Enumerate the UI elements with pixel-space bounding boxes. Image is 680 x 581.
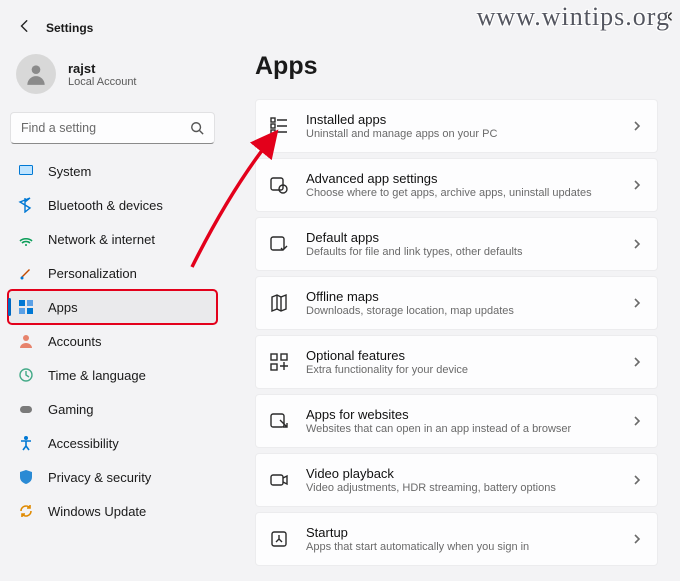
personalization-icon xyxy=(18,265,34,281)
card-subtitle: Video adjustments, HDR streaming, batter… xyxy=(306,482,631,494)
startup-icon xyxy=(268,528,290,550)
chevron-right-icon xyxy=(631,474,643,486)
sidebar-item-network[interactable]: Network & internet xyxy=(8,222,217,256)
card-title: Advanced app settings xyxy=(306,171,631,186)
sidebar-item-label: Personalization xyxy=(48,266,137,281)
offline-maps-icon xyxy=(268,292,290,314)
card-video-playback[interactable]: Video playbackVideo adjustments, HDR str… xyxy=(255,453,658,507)
accessibility-icon xyxy=(18,435,34,451)
card-title: Video playback xyxy=(306,466,631,481)
optional-features-icon xyxy=(268,351,290,373)
sidebar-nav: System Bluetooth & devices Network & int… xyxy=(8,154,217,528)
main-content: Apps Installed appsUninstall and manage … xyxy=(225,40,680,581)
card-advanced-app-settings[interactable]: Advanced app settingsChoose where to get… xyxy=(255,158,658,212)
sidebar-item-system[interactable]: System xyxy=(8,154,217,188)
sidebar-item-label: Time & language xyxy=(48,368,146,383)
card-title: Apps for websites xyxy=(306,407,631,422)
sidebar-item-windows-update[interactable]: Windows Update xyxy=(8,494,217,528)
card-title: Installed apps xyxy=(306,112,631,127)
chevron-right-icon xyxy=(631,356,643,368)
watermark-text: www.wintips.org xyxy=(477,2,670,32)
card-subtitle: Choose where to get apps, archive apps, … xyxy=(306,187,631,199)
avatar xyxy=(16,54,56,94)
gaming-icon xyxy=(18,401,34,417)
installed-apps-icon xyxy=(268,115,290,137)
card-startup[interactable]: StartupApps that start automatically whe… xyxy=(255,512,658,566)
page-title: Apps xyxy=(255,52,658,81)
sidebar-item-accessibility[interactable]: Accessibility xyxy=(8,426,217,460)
apps-icon xyxy=(18,299,34,315)
window-title: Settings xyxy=(46,21,93,35)
bluetooth-icon xyxy=(18,197,34,213)
sidebar-item-personalization[interactable]: Personalization xyxy=(8,256,217,290)
chevron-right-icon xyxy=(631,533,643,545)
search-icon xyxy=(190,121,204,135)
sidebar-item-label: System xyxy=(48,164,91,179)
sidebar-item-label: Apps xyxy=(48,300,78,315)
chevron-right-icon xyxy=(631,415,643,427)
default-apps-icon xyxy=(268,233,290,255)
sidebar-item-label: Windows Update xyxy=(48,504,146,519)
sidebar-item-label: Gaming xyxy=(48,402,94,417)
card-default-apps[interactable]: Default appsDefaults for file and link t… xyxy=(255,217,658,271)
user-name: rajst xyxy=(68,61,137,76)
chevron-right-icon xyxy=(631,238,643,250)
card-title: Optional features xyxy=(306,348,631,363)
card-title: Default apps xyxy=(306,230,631,245)
shield-icon xyxy=(18,469,34,485)
sidebar-item-label: Bluetooth & devices xyxy=(48,198,163,213)
card-apps-for-websites[interactable]: Apps for websitesWebsites that can open … xyxy=(255,394,658,448)
advanced-settings-icon xyxy=(268,174,290,196)
card-title: Offline maps xyxy=(306,289,631,304)
search-box[interactable] xyxy=(10,112,215,144)
card-subtitle: Uninstall and manage apps on your PC xyxy=(306,128,631,140)
card-subtitle: Downloads, storage location, map updates xyxy=(306,305,631,317)
accounts-icon xyxy=(18,333,34,349)
sidebar-item-privacy[interactable]: Privacy & security xyxy=(8,460,217,494)
back-icon[interactable] xyxy=(18,19,32,36)
card-installed-apps[interactable]: Installed appsUninstall and manage apps … xyxy=(255,99,658,153)
search-input[interactable] xyxy=(21,121,190,135)
card-optional-features[interactable]: Optional featuresExtra functionality for… xyxy=(255,335,658,389)
user-account-block[interactable]: rajst Local Account xyxy=(8,50,217,108)
sidebar-item-apps[interactable]: Apps xyxy=(8,290,217,324)
chevron-right-icon xyxy=(631,297,643,309)
card-offline-maps[interactable]: Offline mapsDownloads, storage location,… xyxy=(255,276,658,330)
network-icon xyxy=(18,231,34,247)
sidebar-item-gaming[interactable]: Gaming xyxy=(8,392,217,426)
sidebar-item-label: Privacy & security xyxy=(48,470,151,485)
sidebar-item-accounts[interactable]: Accounts xyxy=(8,324,217,358)
card-subtitle: Websites that can open in an app instead… xyxy=(306,423,631,435)
chevron-right-icon xyxy=(631,120,643,132)
apps-for-websites-icon xyxy=(268,410,290,432)
sidebar-item-time-language[interactable]: Time & language xyxy=(8,358,217,392)
card-subtitle: Defaults for file and link types, other … xyxy=(306,246,631,258)
card-subtitle: Extra functionality for your device xyxy=(306,364,631,376)
system-icon xyxy=(18,163,34,179)
video-playback-icon xyxy=(268,469,290,491)
sidebar: rajst Local Account System Bluetooth & d… xyxy=(0,40,225,581)
sidebar-item-label: Accessibility xyxy=(48,436,119,451)
sidebar-item-label: Network & internet xyxy=(48,232,155,247)
sidebar-item-label: Accounts xyxy=(48,334,101,349)
sidebar-item-bluetooth[interactable]: Bluetooth & devices xyxy=(8,188,217,222)
account-type: Local Account xyxy=(68,76,137,88)
card-subtitle: Apps that start automatically when you s… xyxy=(306,541,631,553)
card-title: Startup xyxy=(306,525,631,540)
time-icon xyxy=(18,367,34,383)
update-icon xyxy=(18,503,34,519)
chevron-right-icon xyxy=(631,179,643,191)
